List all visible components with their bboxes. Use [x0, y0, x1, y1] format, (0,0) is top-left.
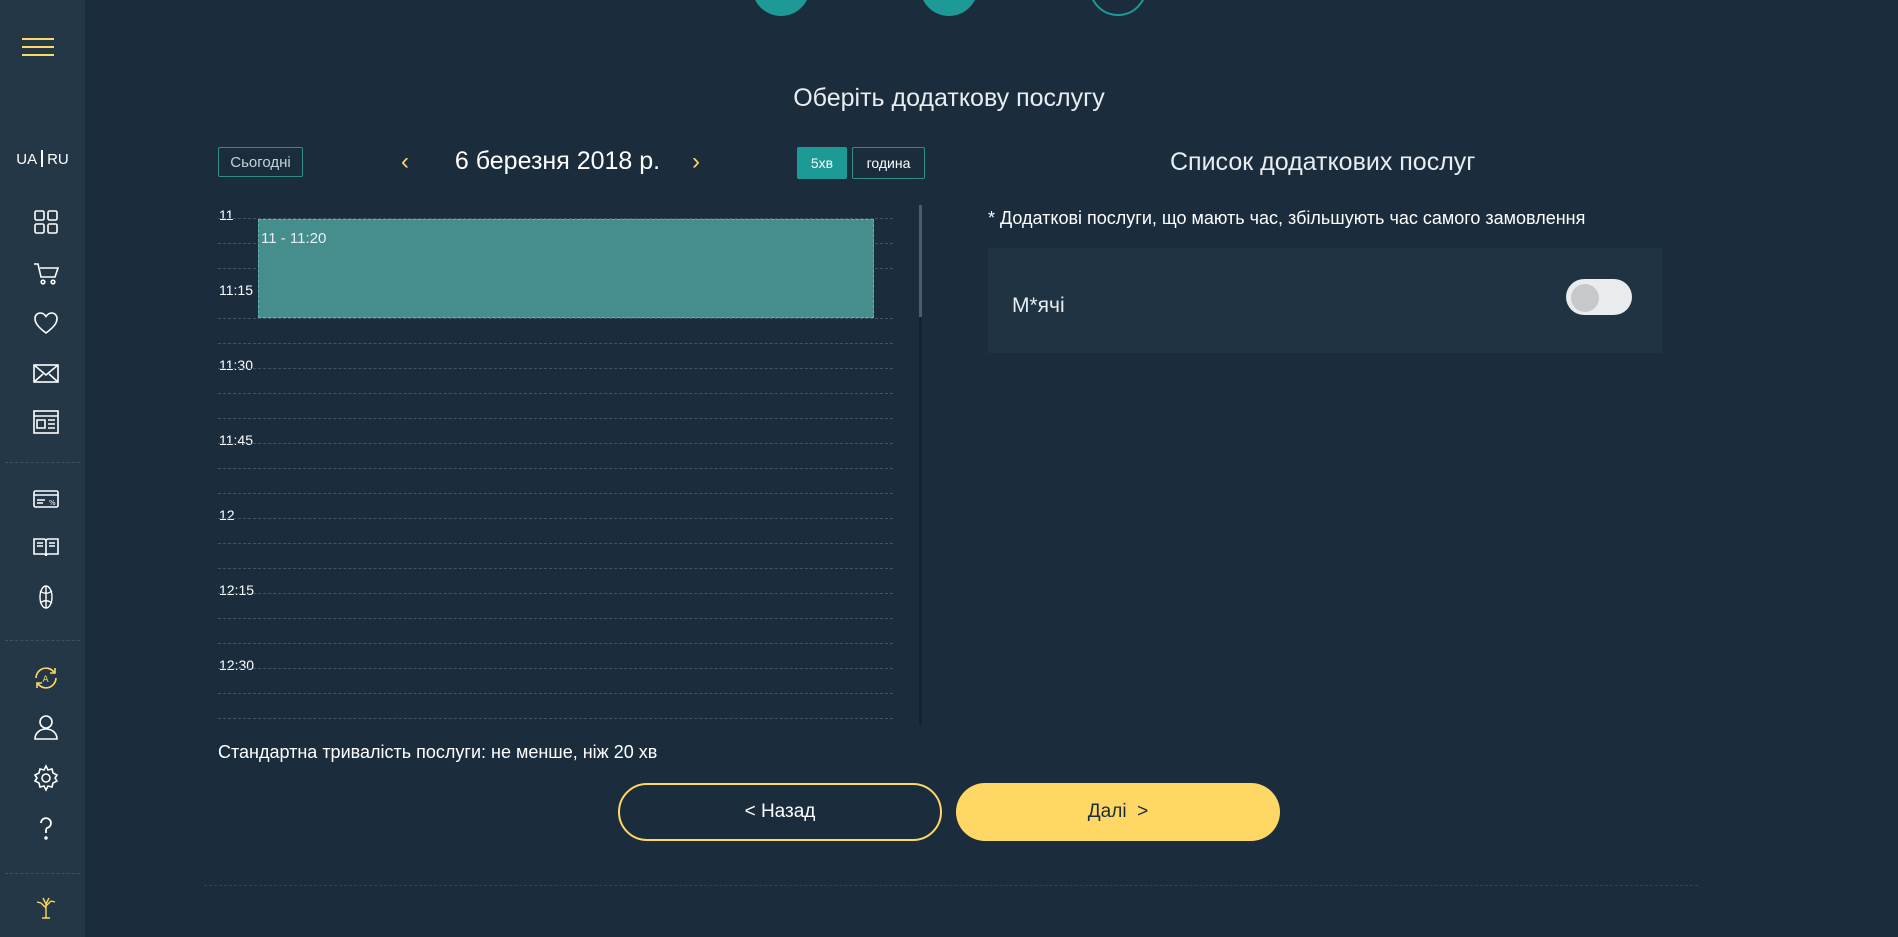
time-label: 11:15 — [219, 282, 253, 298]
lang-ru[interactable]: RU — [47, 151, 69, 168]
sync-icon[interactable]: A — [30, 662, 62, 694]
help-icon[interactable] — [30, 812, 62, 844]
time-grid[interactable]: 11 11:15 11:30 11:45 12 12:15 12:30 11 -… — [218, 205, 918, 725]
time-label: 12:15 — [219, 582, 255, 598]
page-title: Оберіть додаткову послугу — [793, 84, 1105, 112]
today-button[interactable]: Сьогодні — [218, 147, 303, 177]
standard-duration-text: Стандартна тривалість послуги: не менше,… — [218, 742, 658, 762]
lang-ua[interactable]: UA — [16, 151, 37, 168]
step-circle-2 — [920, 0, 978, 16]
next-day-arrow-icon[interactable]: › — [684, 148, 708, 176]
grid-line — [218, 343, 893, 344]
grid-line — [218, 443, 893, 444]
tree-logo-icon — [30, 890, 62, 922]
sidebar-divider — [5, 873, 80, 874]
bottom-divider — [204, 885, 1698, 886]
grid-line — [218, 368, 893, 369]
mail-icon[interactable] — [30, 357, 62, 389]
scrollbar-thumb[interactable] — [919, 205, 922, 317]
time-label: 12:30 — [219, 657, 255, 673]
cart-icon[interactable] — [30, 257, 62, 289]
view-5min-button[interactable]: 5хв — [797, 147, 847, 179]
time-label: 11:45 — [219, 432, 253, 448]
discount-card-icon[interactable]: % — [30, 483, 62, 515]
lotus-icon[interactable] — [30, 581, 62, 613]
heart-icon[interactable] — [30, 307, 62, 339]
grid-line — [218, 568, 893, 569]
prev-day-arrow-icon[interactable]: ‹ — [393, 148, 417, 176]
service-name: М*ячі — [1012, 294, 1065, 317]
grid-line — [218, 618, 893, 619]
service-toggle[interactable] — [1566, 279, 1632, 315]
view-hour-button[interactable]: година — [852, 147, 925, 179]
grid-line — [218, 543, 893, 544]
user-icon[interactable] — [30, 711, 62, 743]
booked-slot[interactable]: 11 - 11:20 — [258, 219, 874, 318]
services-title: Список додаткових послуг — [1170, 148, 1476, 176]
grid-line — [218, 393, 893, 394]
current-date: 6 березня 2018 р. — [454, 147, 661, 175]
grid-line — [218, 418, 893, 419]
next-button[interactable]: Далі > — [956, 783, 1280, 841]
lang-separator — [41, 150, 44, 167]
service-item: М*ячі — [988, 248, 1662, 353]
time-label: 12 — [219, 507, 235, 523]
grid-line — [218, 468, 893, 469]
gear-icon[interactable] — [30, 762, 62, 794]
time-label: 11 — [219, 207, 234, 223]
grid-line — [218, 518, 893, 519]
news-icon[interactable] — [30, 406, 62, 438]
grid-scrollbar[interactable] — [919, 205, 922, 725]
step-circle-3 — [1089, 0, 1147, 16]
grid-line — [218, 643, 893, 644]
time-label: 11:30 — [219, 357, 253, 373]
grid-line — [218, 718, 893, 719]
services-note: * Додаткові послуги, що мають час, збіль… — [988, 208, 1586, 228]
sidebar: UA RU % A — [0, 0, 85, 937]
grid-line — [218, 668, 893, 669]
book-icon[interactable] — [30, 531, 62, 563]
sidebar-divider — [5, 640, 80, 641]
sidebar-divider — [5, 462, 80, 463]
svg-text:%: % — [49, 499, 56, 507]
booked-slot-label: 11 - 11:20 — [261, 230, 327, 247]
back-button[interactable]: < Назад — [618, 783, 942, 841]
dashboard-icon[interactable] — [30, 206, 62, 238]
step-circle-1 — [752, 0, 810, 16]
menu-icon[interactable] — [22, 38, 54, 58]
grid-line — [218, 693, 893, 694]
grid-line — [218, 318, 893, 319]
grid-line — [218, 493, 893, 494]
grid-line — [218, 593, 893, 594]
language-switcher: UA RU — [0, 150, 85, 168]
svg-text:A: A — [43, 675, 50, 685]
toggle-knob — [1571, 284, 1599, 312]
